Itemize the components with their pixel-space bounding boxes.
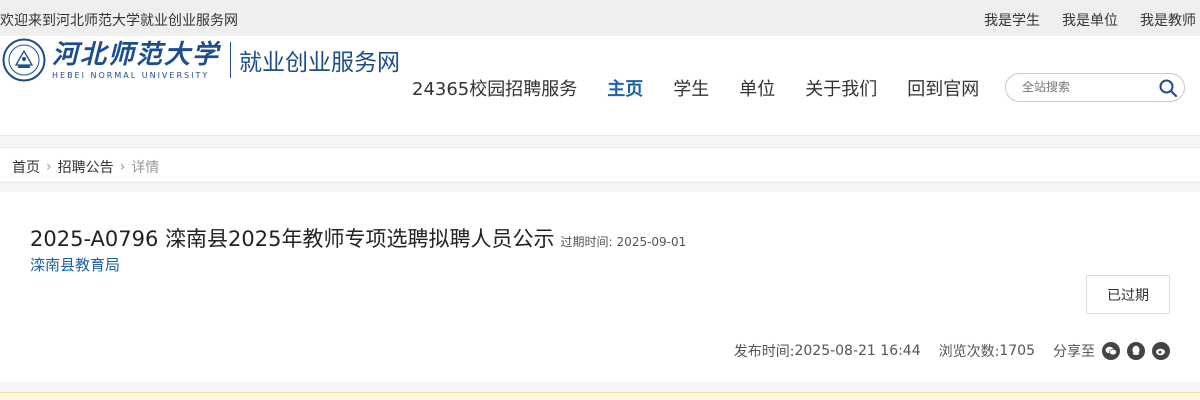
- link-teacher[interactable]: 我是教师: [1140, 10, 1196, 30]
- logo-english-name: HEBEI NORMAL UNIVERSITY: [52, 70, 210, 80]
- page-title: 2025-A0796 滦南县2025年教师专项选聘拟聘人员公示: [30, 227, 555, 251]
- wechat-icon[interactable]: [1102, 342, 1120, 360]
- qq-icon[interactable]: [1127, 342, 1145, 360]
- search-input[interactable]: [1022, 80, 1152, 94]
- breadcrumb-current: 详情: [131, 160, 160, 176]
- nav-about[interactable]: 关于我们: [805, 75, 877, 101]
- expire-label: 过期时间:: [560, 235, 613, 249]
- organization-link[interactable]: 滦南县教育局: [30, 254, 120, 275]
- link-employer[interactable]: 我是单位: [1062, 10, 1118, 30]
- welcome-text: 欢迎来到河北师范大学就业创业服务网: [0, 13, 238, 29]
- views-count: 1705: [999, 343, 1035, 359]
- status-badge[interactable]: 已过期: [1086, 275, 1170, 314]
- notice-strip: [0, 392, 1200, 400]
- breadcrumb-home[interactable]: 首页: [12, 157, 40, 177]
- expire-value: 2025-09-01: [616, 235, 687, 249]
- nav-employers[interactable]: 单位: [739, 75, 775, 101]
- site-search: [1005, 73, 1185, 102]
- share-label: 分享至: [1053, 344, 1095, 360]
- nav-official-site[interactable]: 回到官网: [907, 75, 979, 101]
- nav-students[interactable]: 学生: [673, 75, 709, 101]
- chevron-right-icon: ›: [46, 159, 52, 175]
- detail-meta: 发布时间: 2025-08-21 16:44 浏览次数: 1705 分享至: [734, 341, 1170, 361]
- announcement-detail: 2025-A0796 滦南县2025年教师专项选聘拟聘人员公示 过期时间: 20…: [0, 192, 1200, 382]
- weibo-icon[interactable]: [1152, 342, 1170, 360]
- logo-chinese-name: 河北师范大学: [52, 39, 221, 70]
- title-line: 2025-A0796 滦南县2025年教师专项选聘拟聘人员公示 过期时间: 20…: [30, 223, 686, 253]
- views-label: 浏览次数:: [938, 344, 1000, 360]
- breadcrumb-announcements[interactable]: 招聘公告: [58, 157, 114, 177]
- site-header: 河北师范大学 HEBEI NORMAL UNIVERSITY 就业创业服务网 2…: [0, 36, 1200, 136]
- publish-label: 发布时间:: [733, 344, 795, 360]
- main-nav: 24365校园招聘服务 主页 学生 单位 关于我们 回到官网: [412, 75, 979, 101]
- publish-time: 2025-08-21 16:44: [794, 343, 921, 359]
- site-name: 就业创业服务网: [239, 50, 401, 76]
- university-seal-icon: [2, 38, 46, 82]
- chevron-right-icon: ›: [119, 159, 126, 175]
- logo-brand: 河北师范大学 HEBEI NORMAL UNIVERSITY: [52, 40, 220, 81]
- search-icon[interactable]: [1158, 78, 1178, 98]
- top-bar: 欢迎来到河北师范大学就业创业服务网 我是学生 我是单位 我是教师: [0, 0, 1200, 36]
- nav-home[interactable]: 主页: [607, 75, 643, 101]
- link-student[interactable]: 我是学生: [984, 10, 1040, 30]
- site-logo[interactable]: 河北师范大学 HEBEI NORMAL UNIVERSITY 就业创业服务网: [2, 38, 400, 82]
- breadcrumb: 首页 › 招聘公告 › 详情: [0, 147, 1200, 183]
- role-links: 我是学生 我是单位 我是教师: [984, 10, 1196, 30]
- logo-divider: [230, 42, 232, 78]
- nav-24365[interactable]: 24365校园招聘服务: [412, 75, 577, 101]
